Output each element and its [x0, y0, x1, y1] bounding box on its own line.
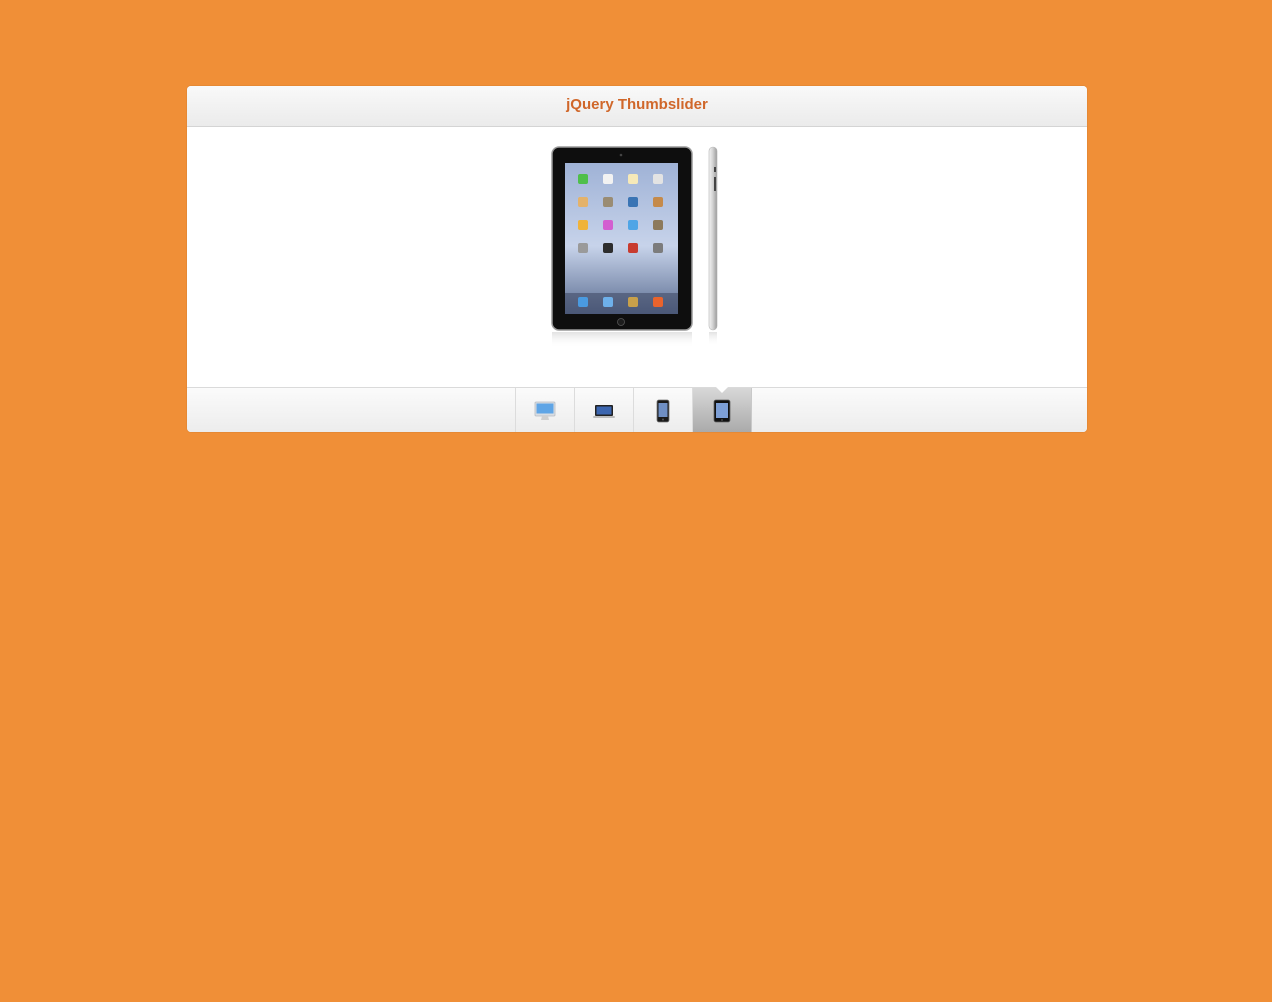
thumbnail-ipad[interactable] — [693, 387, 752, 432]
ipad-front-and-side-image — [551, 146, 723, 351]
thumbnail-bar — [187, 387, 1087, 432]
thumbslider-widget: jQuery Thumbslider — [187, 86, 1087, 432]
thumbnail-macbook[interactable] — [575, 388, 634, 432]
thumbnail-list — [515, 387, 752, 432]
active-pointer — [716, 387, 728, 393]
macbook-icon — [592, 401, 616, 421]
ipad-icon — [713, 399, 731, 423]
slider-header: jQuery Thumbslider — [187, 86, 1087, 127]
iphone-icon — [656, 399, 670, 423]
thumbnail-iphone[interactable] — [634, 388, 693, 432]
imac-icon — [534, 400, 556, 422]
thumbnail-imac[interactable] — [516, 388, 575, 432]
slider-title: jQuery Thumbslider — [566, 96, 708, 113]
slide-stage — [187, 127, 1087, 387]
